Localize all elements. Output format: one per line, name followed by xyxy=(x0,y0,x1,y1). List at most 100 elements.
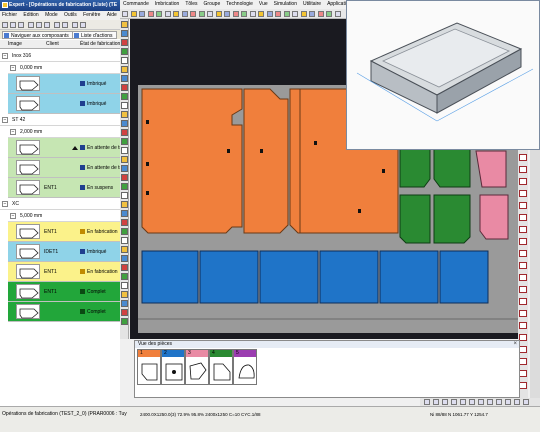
toolbar-icon[interactable] xyxy=(164,11,171,17)
group-row[interactable]: − Inox 316 xyxy=(0,50,134,62)
blue-part[interactable] xyxy=(319,250,379,304)
main-menu-item[interactable]: Vue xyxy=(259,1,268,7)
menu-outils[interactable]: Outils xyxy=(64,12,77,18)
close-icon[interactable]: × xyxy=(513,341,517,348)
view-icon[interactable] xyxy=(496,399,502,405)
menu-fichier[interactable]: Fichier xyxy=(2,12,17,18)
toolbar-icon[interactable] xyxy=(241,11,247,17)
toolbar-icon[interactable] xyxy=(258,11,264,17)
save-icon[interactable] xyxy=(18,22,24,28)
toolbar-icon[interactable] xyxy=(283,11,290,17)
tool-icon[interactable] xyxy=(121,309,128,316)
left-window-titlebar[interactable]: Expert - [Opérations de fabrication (Lis… xyxy=(0,0,134,11)
tool-icon[interactable] xyxy=(121,57,128,64)
tool-icon[interactable] xyxy=(121,291,128,298)
rotate-icon[interactable] xyxy=(519,370,527,377)
group-row[interactable]: − ST 42 xyxy=(0,114,134,126)
rotate-icon[interactable] xyxy=(519,154,527,161)
menu-edition[interactable]: Edition xyxy=(23,12,38,18)
print-icon[interactable] xyxy=(72,22,78,28)
collapse-icon[interactable]: − xyxy=(2,201,8,207)
tool-icon[interactable] xyxy=(121,318,128,325)
main-menu-item[interactable]: Imbrication xyxy=(155,1,179,7)
tool-icon[interactable] xyxy=(121,147,128,154)
tool-icon[interactable] xyxy=(121,39,128,46)
orange-part[interactable] xyxy=(141,88,243,234)
copy-icon[interactable] xyxy=(36,22,42,28)
rotate-icon[interactable] xyxy=(519,310,527,317)
blue-part[interactable] xyxy=(259,250,319,304)
tool-icon[interactable] xyxy=(121,246,128,253)
view-icon[interactable] xyxy=(523,399,529,405)
tool-icon[interactable] xyxy=(121,156,128,163)
tool-icon[interactable] xyxy=(121,237,128,244)
rotate-icon[interactable] xyxy=(519,298,527,305)
rotate-icon[interactable] xyxy=(519,238,527,245)
thickness-row[interactable]: −5,000 mm xyxy=(8,210,134,222)
part-cell[interactable]: 3 xyxy=(185,349,209,385)
right-scrollbar[interactable] xyxy=(530,150,540,400)
blue-part[interactable] xyxy=(141,250,199,304)
rotate-icon[interactable] xyxy=(519,346,527,353)
toolbar-icon[interactable] xyxy=(173,11,179,17)
tool-icon[interactable] xyxy=(121,192,128,199)
tool-icon[interactable] xyxy=(121,120,128,127)
toolbar-icon[interactable] xyxy=(292,11,298,17)
menu-fenetre[interactable]: Fenêtre xyxy=(83,12,100,18)
filter-icon[interactable] xyxy=(54,22,60,28)
tool-icon[interactable] xyxy=(121,255,128,262)
tool-icon[interactable] xyxy=(121,165,128,172)
toolbar-icon[interactable] xyxy=(147,11,154,17)
collapse-icon[interactable]: − xyxy=(10,213,16,219)
view-icon[interactable] xyxy=(514,399,520,405)
toolbar-icon[interactable] xyxy=(275,11,281,17)
toolbar-icon[interactable] xyxy=(130,11,137,17)
orange-part[interactable] xyxy=(243,88,289,234)
rotate-icon[interactable] xyxy=(519,166,527,173)
toolbar-icon[interactable] xyxy=(309,11,315,17)
rotate-icon[interactable] xyxy=(519,334,527,341)
rotate-icon[interactable] xyxy=(519,250,527,257)
rotate-icon[interactable] xyxy=(519,286,527,293)
toolbar-icon[interactable] xyxy=(249,11,256,17)
pink-part[interactable] xyxy=(479,194,509,240)
rotate-icon[interactable] xyxy=(519,358,527,365)
toolbar-icon[interactable] xyxy=(232,11,239,17)
rotate-icon[interactable] xyxy=(519,214,527,221)
toolbar-icon[interactable] xyxy=(198,11,205,17)
rotate-icon[interactable] xyxy=(519,190,527,197)
toolbar-icon[interactable] xyxy=(326,11,332,17)
tool-icon[interactable] xyxy=(121,93,128,100)
group-row[interactable]: − XC xyxy=(0,198,134,210)
blue-part[interactable] xyxy=(199,250,259,304)
tool-icon[interactable] xyxy=(121,138,128,145)
tool-icon[interactable] xyxy=(121,84,128,91)
blue-part[interactable] xyxy=(379,250,439,304)
toolbar-icon[interactable] xyxy=(207,11,213,17)
view-icon[interactable] xyxy=(460,399,466,405)
operation-row[interactable]: IDET1 Imbriqué xyxy=(8,242,134,262)
toolbar-icon[interactable] xyxy=(317,11,324,17)
rotate-icon[interactable] xyxy=(519,178,527,185)
new-icon[interactable] xyxy=(2,22,8,28)
help-icon[interactable] xyxy=(80,22,86,28)
main-menu-item[interactable]: Groupe xyxy=(204,1,221,7)
part-cell[interactable]: 5 xyxy=(233,349,257,385)
operation-row[interactable]: ENT1 En fabrication xyxy=(8,262,134,282)
part-cell[interactable]: 4 xyxy=(209,349,233,385)
tool-icon[interactable] xyxy=(121,183,128,190)
view-icon[interactable] xyxy=(469,399,475,405)
part-cell[interactable]: 1 xyxy=(137,349,161,385)
tool-icon[interactable] xyxy=(121,21,128,28)
toolbar-icon[interactable] xyxy=(190,11,196,17)
operation-row[interactable]: En attente de tr xyxy=(8,158,134,178)
view-icon[interactable] xyxy=(424,399,430,405)
cut-icon[interactable] xyxy=(28,22,34,28)
rotate-icon[interactable] xyxy=(519,202,527,209)
toolbar-icon[interactable] xyxy=(334,11,341,17)
main-menu-item[interactable]: Commande xyxy=(123,1,149,7)
toolbar-icon[interactable] xyxy=(139,11,145,17)
operation-row[interactable]: En attente de tr xyxy=(8,138,134,158)
view-icon[interactable] xyxy=(451,399,457,405)
open-icon[interactable] xyxy=(10,22,16,28)
